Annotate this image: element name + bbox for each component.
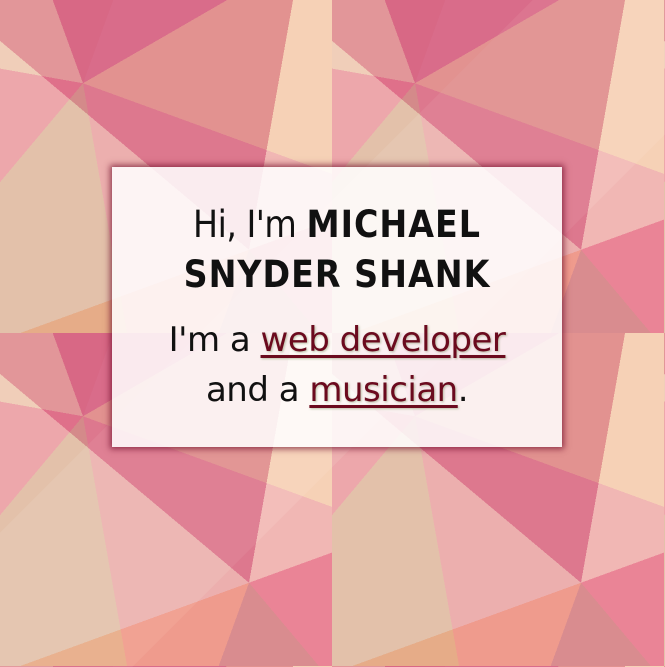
greeting: Hi, I'm (193, 203, 297, 246)
intro-heading: Hi, I'm Michael Snyder Shank (112, 200, 562, 300)
name-last: Snyder Shank (183, 253, 491, 296)
intro-card: Hi, I'm Michael Snyder Shank I'm a web d… (112, 167, 562, 447)
web-developer-link[interactable]: web developer (261, 320, 506, 360)
tagline-prefix: I'm a (168, 320, 251, 360)
tagline-middle: and a (205, 370, 300, 410)
tagline: I'm a web developer and a musician. (112, 315, 562, 415)
musician-link[interactable]: musician (309, 370, 458, 410)
name-first: Michael (306, 203, 481, 246)
tagline-suffix: . (457, 370, 469, 410)
